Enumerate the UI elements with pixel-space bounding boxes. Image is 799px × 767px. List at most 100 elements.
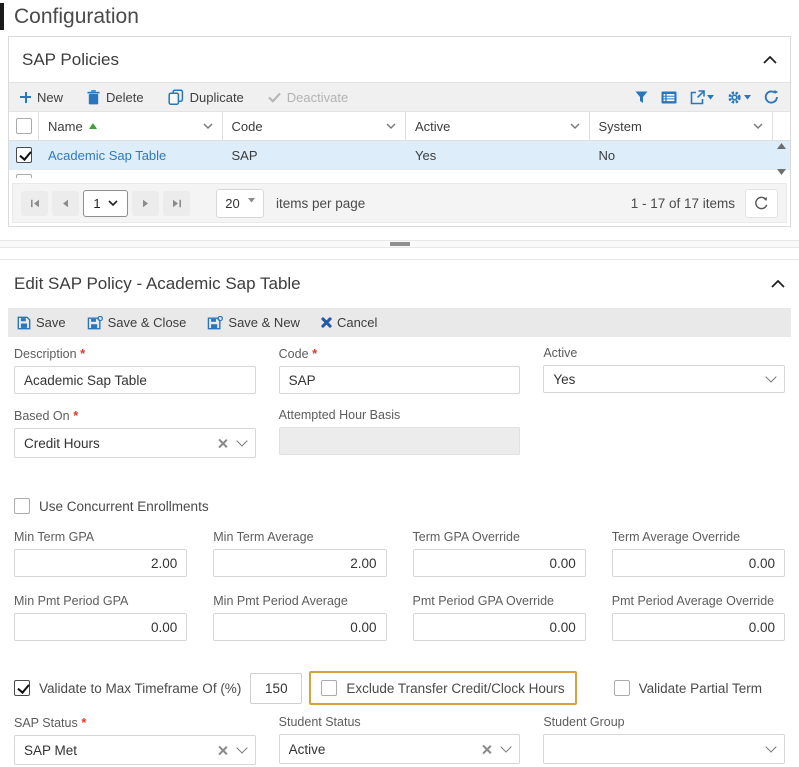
- gear-icon: [727, 90, 742, 105]
- empty-cell: [543, 408, 785, 458]
- sap-policies-panel-header: SAP Policies: [9, 37, 790, 82]
- row-active-cell: Yes: [406, 148, 590, 163]
- clear-icon[interactable]: [217, 745, 228, 756]
- save-button[interactable]: Save: [17, 315, 66, 330]
- row-checkbox[interactable]: [16, 147, 32, 163]
- column-label: Active: [415, 119, 450, 134]
- sap-status-field-group: SAP Status SAP Met: [14, 715, 256, 765]
- column-menu-chevron-icon[interactable]: [203, 123, 213, 129]
- refresh-icon: [754, 196, 769, 211]
- save-and-close-button[interactable]: Save & Close: [87, 315, 187, 330]
- min-pmt-period-gpa-group: Min Pmt Period GPA: [14, 594, 187, 641]
- refresh-icon: [764, 90, 779, 104]
- column-header-name[interactable]: Name: [39, 112, 223, 140]
- min-term-average-group: Min Term Average: [213, 530, 386, 577]
- description-field[interactable]: [14, 366, 256, 394]
- column-menu-chevron-icon[interactable]: [386, 123, 396, 129]
- refresh-button[interactable]: [764, 90, 779, 104]
- delete-button[interactable]: Delete: [87, 90, 144, 105]
- panel-splitter[interactable]: [0, 240, 799, 248]
- gpa-row-pmt-period: Min Pmt Period GPA Min Pmt Period Averag…: [0, 594, 799, 641]
- student-group-select[interactable]: [543, 734, 785, 764]
- next-page-button[interactable]: [132, 191, 159, 216]
- last-page-button[interactable]: [163, 191, 190, 216]
- validate-max-timeframe-label: Validate to Max Timeframe Of (%): [39, 681, 241, 696]
- pager-refresh-button[interactable]: [745, 189, 778, 218]
- filter-icon: [635, 91, 648, 104]
- save-and-new-button[interactable]: Save & New: [207, 315, 300, 330]
- scroll-up-icon[interactable]: [777, 143, 786, 149]
- student-status-label: Student Status: [279, 715, 521, 729]
- first-page-button[interactable]: [21, 191, 48, 216]
- clear-icon[interactable]: [217, 438, 228, 449]
- sap-status-combobox[interactable]: SAP Met: [14, 735, 256, 765]
- title-accent-bar: [0, 3, 4, 30]
- save-close-icon: [87, 316, 103, 330]
- term-gpa-override-field[interactable]: [413, 549, 586, 577]
- select-all-checkbox[interactable]: [16, 118, 32, 134]
- active-select[interactable]: Yes: [543, 365, 785, 393]
- previous-page-button[interactable]: [52, 191, 79, 216]
- caret-down-icon: [707, 95, 714, 100]
- vertical-scrollbar[interactable]: [774, 141, 789, 177]
- chevron-down-icon[interactable]: [765, 741, 776, 752]
- cancel-button-label: Cancel: [337, 315, 377, 330]
- items-per-page-label: items per page: [276, 196, 365, 211]
- sap-policies-title: SAP Policies: [22, 50, 119, 70]
- min-term-gpa-field[interactable]: [14, 549, 187, 577]
- table-row[interactable]: Academic Sap Table SAP Yes No: [9, 141, 790, 170]
- use-concurrent-enrollments-checkbox[interactable]: [14, 498, 30, 514]
- student-status-combobox[interactable]: Active: [279, 734, 521, 764]
- save-and-close-button-label: Save & Close: [108, 315, 187, 330]
- min-term-gpa-group: Min Term GPA: [14, 530, 187, 577]
- column-header-code[interactable]: Code: [223, 112, 407, 140]
- pmt-period-average-override-field[interactable]: [612, 613, 785, 641]
- min-term-average-field[interactable]: [213, 549, 386, 577]
- clear-icon[interactable]: [481, 744, 492, 755]
- pmt-period-gpa-override-group: Pmt Period GPA Override: [413, 594, 586, 641]
- collapse-panel-button[interactable]: [763, 56, 777, 64]
- term-average-override-group: Term Average Override: [612, 530, 785, 577]
- code-field-group: Code: [279, 346, 521, 394]
- collapse-panel-button[interactable]: [771, 280, 785, 288]
- max-timeframe-percent-field[interactable]: [250, 673, 302, 704]
- chevron-down-icon[interactable]: [236, 435, 247, 446]
- validate-max-timeframe-checkbox[interactable]: [14, 680, 30, 696]
- column-chooser-button[interactable]: [661, 91, 677, 104]
- chevron-down-icon[interactable]: [501, 741, 512, 752]
- cancel-button[interactable]: Cancel: [321, 315, 377, 330]
- splitter-handle-icon[interactable]: [390, 242, 410, 246]
- deactivate-button[interactable]: Deactivate: [268, 90, 348, 105]
- cancel-x-icon: [321, 317, 332, 328]
- exclude-transfer-checkbox[interactable]: [321, 680, 337, 696]
- validate-partial-term-checkbox[interactable]: [614, 680, 630, 696]
- export-button[interactable]: [690, 90, 714, 105]
- new-button[interactable]: New: [20, 90, 63, 105]
- caret-down-icon: [744, 95, 751, 100]
- pmt-period-gpa-override-field[interactable]: [413, 613, 586, 641]
- scroll-down-icon[interactable]: [777, 169, 786, 175]
- column-menu-chevron-icon[interactable]: [570, 123, 580, 129]
- min-pmt-period-average-field[interactable]: [213, 613, 386, 641]
- duplicate-button[interactable]: Duplicate: [168, 89, 244, 105]
- min-pmt-period-gpa-field[interactable]: [14, 613, 187, 641]
- exclude-transfer-group: Exclude Transfer Credit/Clock Hours: [309, 671, 576, 705]
- column-header-system[interactable]: System: [590, 112, 774, 140]
- page-size-select[interactable]: 20: [216, 189, 264, 218]
- partial-next-row: [9, 170, 790, 178]
- column-menu-chevron-icon[interactable]: [753, 123, 763, 129]
- grid-pager: 1 20 items per page 1 - 17 of 17 items: [12, 183, 787, 223]
- code-field[interactable]: [279, 366, 521, 394]
- column-header-active[interactable]: Active: [406, 112, 590, 140]
- settings-button[interactable]: [727, 90, 751, 105]
- row-name-link[interactable]: Academic Sap Table: [39, 148, 223, 163]
- chevron-down-icon[interactable]: [236, 742, 247, 753]
- deactivate-button-label: Deactivate: [287, 90, 348, 105]
- filter-button[interactable]: [635, 91, 648, 104]
- based-on-combobox[interactable]: Credit Hours: [14, 428, 256, 458]
- term-average-override-field[interactable]: [612, 549, 785, 577]
- page-number-select[interactable]: 1: [83, 190, 128, 217]
- save-new-icon: [207, 316, 223, 330]
- sort-ascending-icon: [89, 123, 97, 129]
- form-row-status: SAP Status SAP Met Student Status Active: [0, 715, 799, 765]
